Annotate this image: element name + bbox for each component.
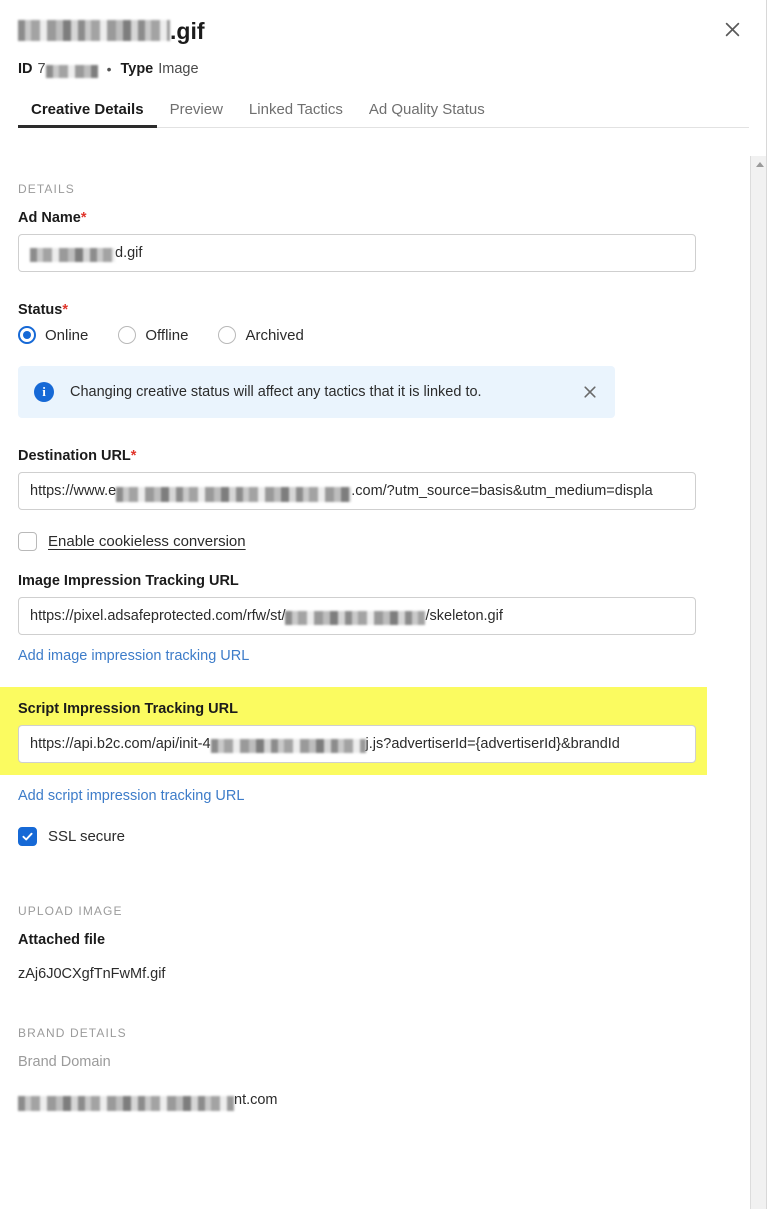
radio-archived-icon[interactable] (218, 326, 236, 344)
info-icon: i (34, 382, 54, 402)
destination-url-value-suffix: .com/?utm_source=basis&utm_medium=displa (351, 483, 652, 499)
ssl-secure-checkbox-row[interactable]: SSL secure (18, 827, 718, 846)
cookieless-checkbox[interactable] (18, 532, 37, 551)
ad-name-value: d.gif (115, 245, 142, 261)
destination-url-label: Destination URL* (18, 448, 718, 464)
id-label: ID (18, 59, 33, 79)
close-button[interactable] (717, 14, 747, 44)
alert-message: Changing creative status will affect any… (70, 384, 579, 400)
meta-separator: • (107, 59, 112, 79)
tab-bar: Creative Details Preview Linked Tactics … (18, 101, 749, 128)
ssl-secure-label: SSL secure (48, 828, 125, 845)
section-label-details: DETAILS (18, 182, 718, 196)
redacted-image-impression-block (285, 611, 425, 625)
tab-preview-label: Preview (170, 101, 223, 118)
brand-domain-value-suffix: nt.com (234, 1092, 278, 1108)
cookieless-conversion-checkbox-row[interactable]: Enable cookieless conversion (18, 532, 718, 551)
page-title: .gif (18, 16, 205, 46)
ad-name-label: Ad Name* (18, 210, 718, 226)
image-impression-value-suffix: /skeleton.gif (425, 608, 502, 624)
section-label-upload-image: UPLOAD IMAGE (18, 904, 718, 918)
creative-details-panel: .gif ID 7 • Type Image Creative Details … (0, 0, 767, 1209)
image-impression-value-prefix: https://pixel.adsafeprotected.com/rfw/st… (30, 608, 285, 624)
type-value: Image (158, 59, 198, 79)
status-radio-group: Online Offline Archived (18, 326, 718, 344)
status-option-online[interactable]: Online (18, 326, 88, 344)
redacted-title-block (18, 20, 170, 41)
tab-creative-details[interactable]: Creative Details (18, 101, 157, 127)
image-impression-url-input[interactable]: https://pixel.adsafeprotected.com/rfw/st… (18, 597, 696, 635)
script-impression-highlight-block: Script Impression Tracking URL https://a… (0, 687, 707, 775)
ad-name-input[interactable]: d.gif (18, 234, 696, 272)
redacted-script-impression-block (211, 739, 366, 753)
redacted-ad-name-block (30, 248, 115, 262)
add-script-impression-tracking-url-link[interactable]: Add script impression tracking URL (18, 788, 244, 804)
status-label: Status* (18, 302, 718, 318)
ad-name-required-mark: * (81, 210, 87, 226)
script-impression-value-suffix: j.js?advertiserId={advertiserId}&brandId (366, 736, 620, 752)
chevron-up-icon (756, 162, 764, 167)
status-info-alert: i Changing creative status will affect a… (18, 366, 615, 418)
alert-close-icon[interactable] (579, 381, 601, 403)
status-option-archived-label: Archived (245, 327, 303, 344)
radio-online-icon[interactable] (18, 326, 36, 344)
scroll-up-arrow-icon[interactable] (751, 156, 767, 173)
destination-url-value-prefix: https://www.e (30, 483, 116, 499)
page-title-suffix: .gif (170, 16, 205, 46)
script-impression-url-input[interactable]: https://api.b2c.com/api/init-4 j.js?adver… (18, 725, 696, 763)
redacted-destination-block (116, 487, 351, 502)
type-label: Type (120, 59, 153, 79)
attached-file-label: Attached file (18, 932, 718, 948)
radio-offline-icon[interactable] (118, 326, 136, 344)
destination-url-label-text: Destination URL (18, 448, 131, 464)
tab-ad-quality-status[interactable]: Ad Quality Status (356, 101, 498, 127)
cookieless-label: Enable cookieless conversion (48, 533, 246, 550)
tab-linked-tactics-label: Linked Tactics (249, 101, 343, 118)
brand-domain-label: Brand Domain (18, 1054, 718, 1070)
redacted-id-block (46, 65, 98, 78)
panel-header: .gif ID 7 • Type Image Creative Details … (0, 0, 767, 128)
status-option-online-label: Online (45, 327, 88, 344)
id-value: 7 (38, 59, 46, 79)
destination-url-required-mark: * (131, 448, 137, 464)
vertical-scrollbar[interactable] (750, 156, 767, 1209)
section-label-brand-details: BRAND DETAILS (18, 1026, 718, 1040)
creative-meta: ID 7 • Type Image (18, 59, 749, 79)
tab-creative-details-label: Creative Details (31, 101, 144, 118)
script-impression-url-label: Script Impression Tracking URL (18, 701, 707, 717)
destination-url-input[interactable]: https://www.e .com/?utm_source=basis&utm_… (18, 472, 696, 510)
ad-name-label-text: Ad Name (18, 210, 81, 226)
scroll-region[interactable]: DETAILS Ad Name* d.gif Status* Online Of… (0, 156, 767, 1209)
status-required-mark: * (62, 302, 68, 318)
form-content: DETAILS Ad Name* d.gif Status* Online Of… (0, 156, 736, 1158)
status-option-archived[interactable]: Archived (218, 326, 303, 344)
image-impression-url-label: Image Impression Tracking URL (18, 573, 718, 589)
tab-linked-tactics[interactable]: Linked Tactics (236, 101, 356, 127)
script-impression-value-prefix: https://api.b2c.com/api/init-4 (30, 736, 211, 752)
ssl-secure-checkbox[interactable] (18, 827, 37, 846)
status-option-offline[interactable]: Offline (118, 326, 188, 344)
redacted-brand-domain-block (18, 1096, 234, 1111)
attached-file-name: zAj6J0CXgfTnFwMf.gif (18, 966, 718, 982)
status-option-offline-label: Offline (145, 327, 188, 344)
title-row: .gif (18, 16, 749, 46)
add-image-impression-tracking-url-link[interactable]: Add image impression tracking URL (18, 648, 249, 664)
tab-preview[interactable]: Preview (157, 101, 236, 127)
status-label-text: Status (18, 302, 62, 318)
tab-ad-quality-status-label: Ad Quality Status (369, 101, 485, 118)
brand-domain-value: nt.com (18, 1092, 718, 1108)
